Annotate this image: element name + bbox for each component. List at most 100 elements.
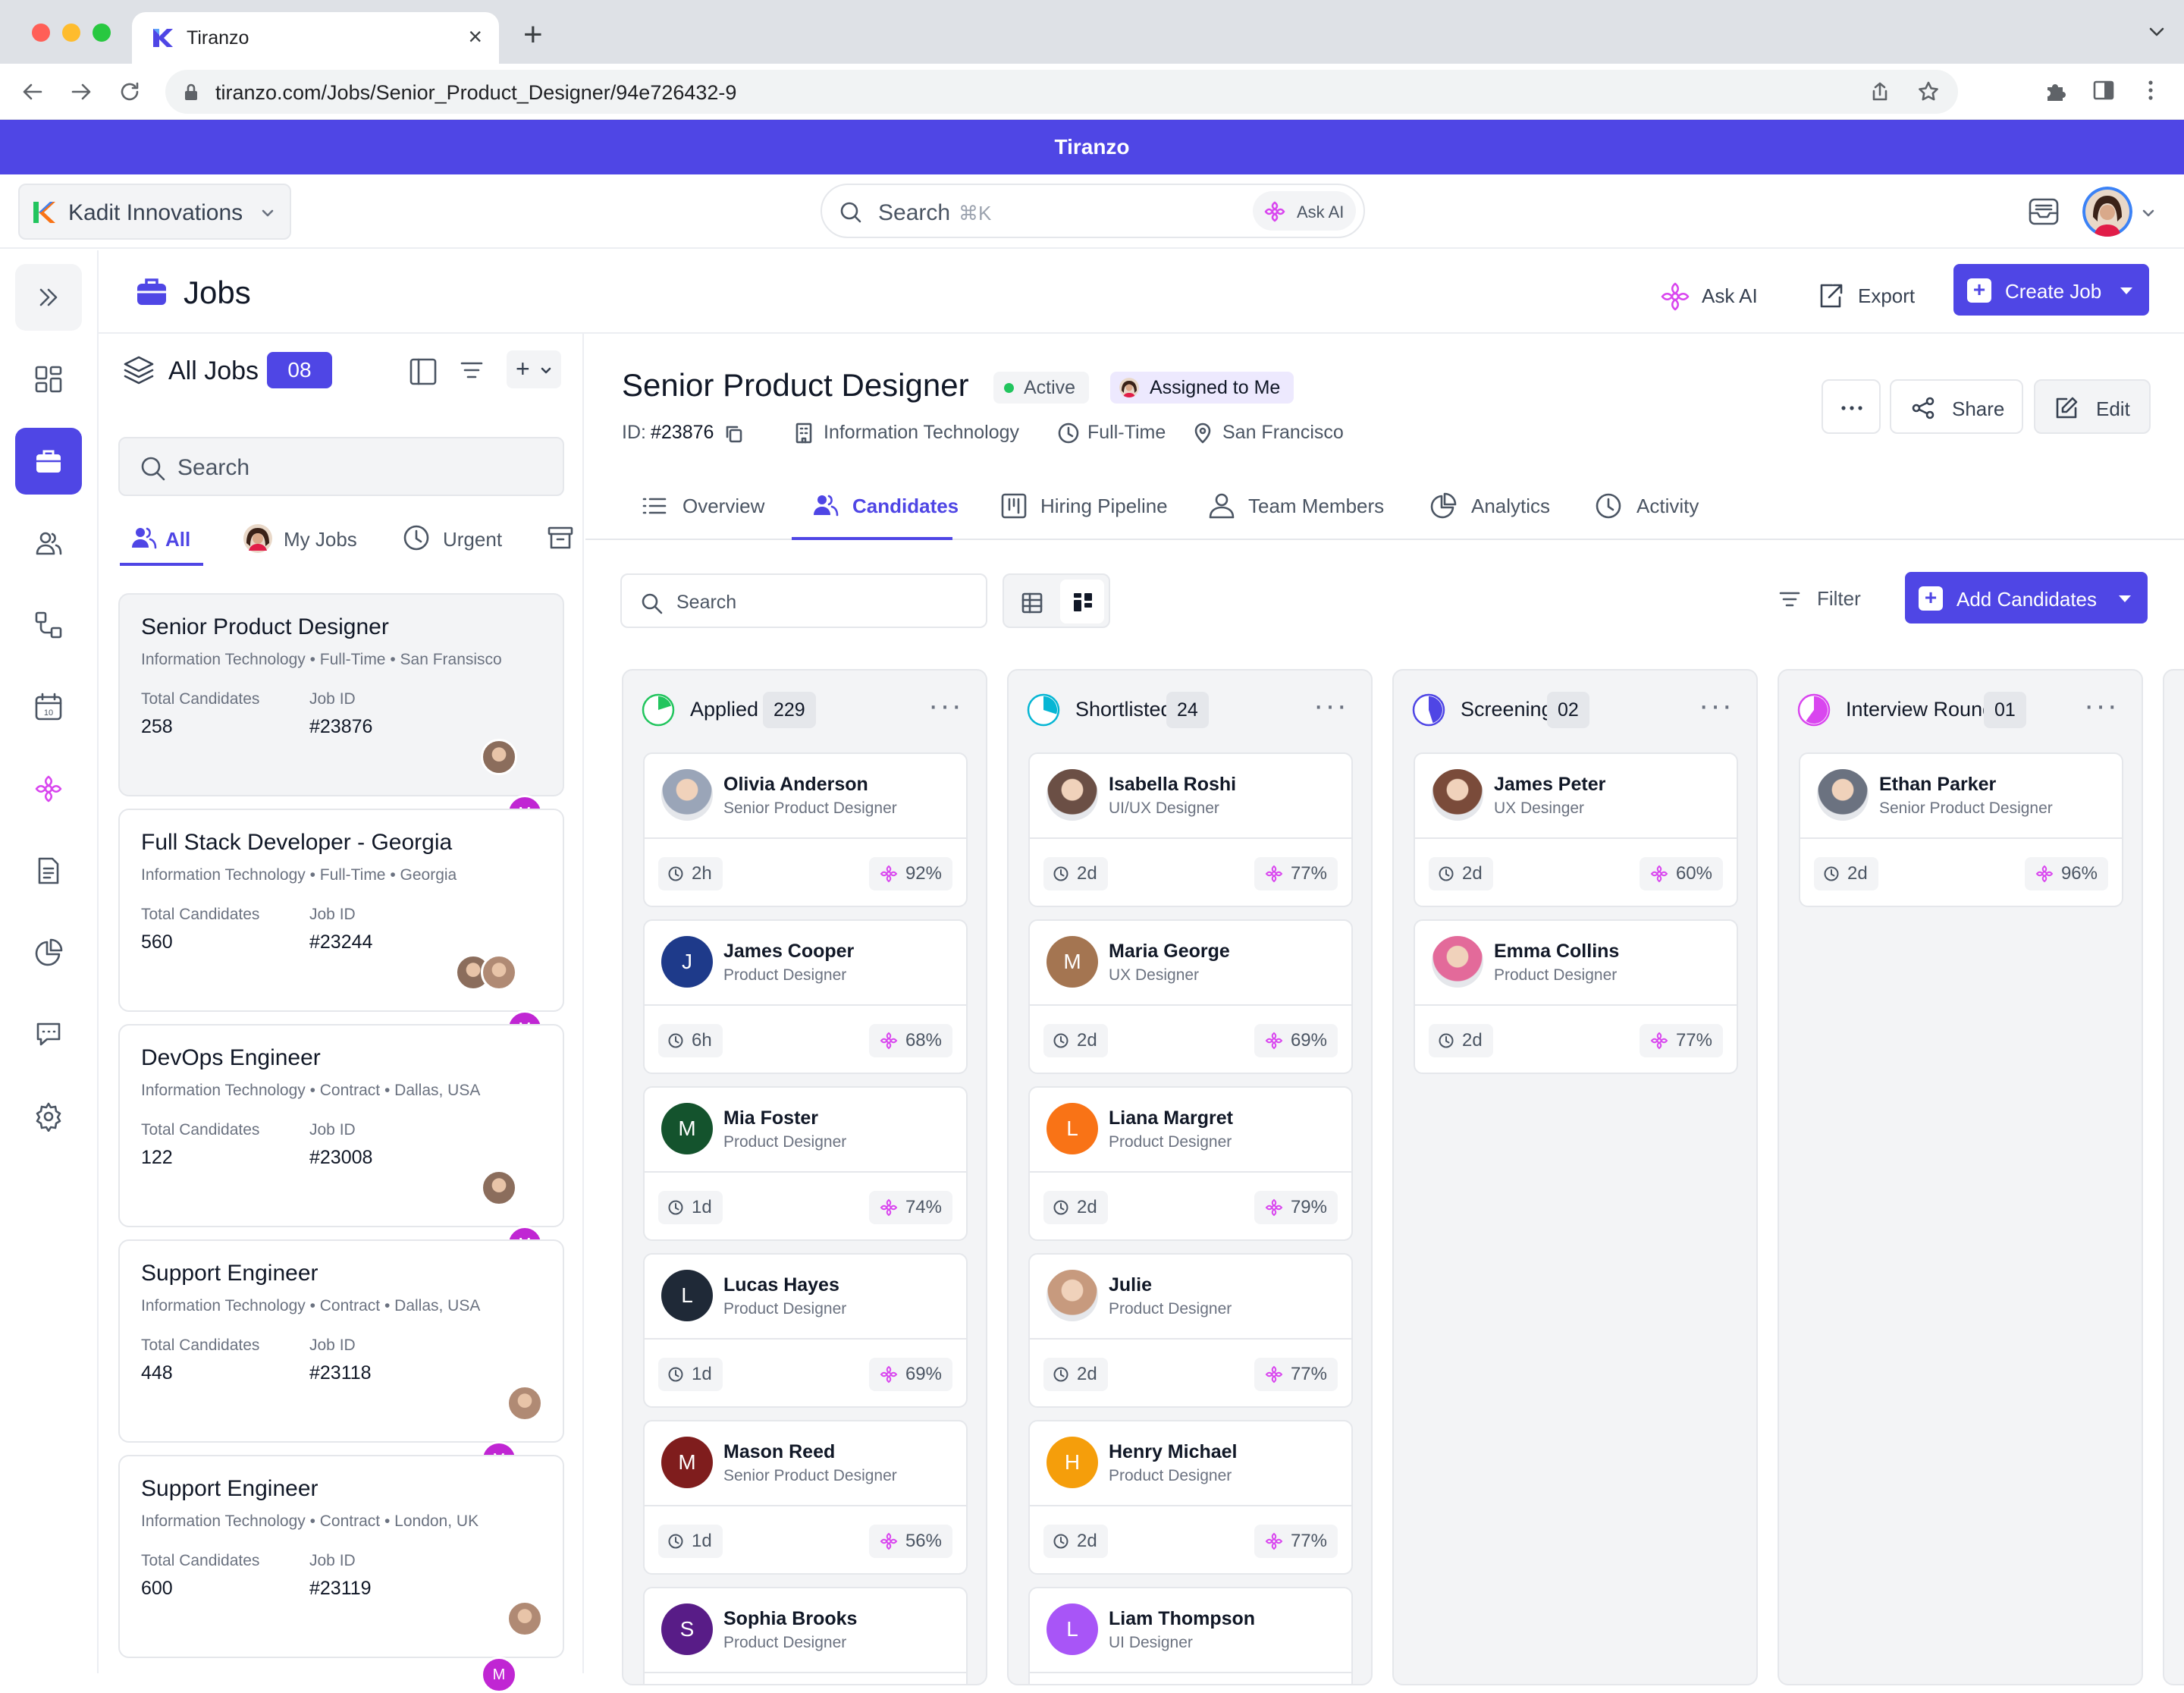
nav-calendar[interactable]: 10 <box>15 674 82 740</box>
job-card[interactable]: Senior Product Designer Information Techn… <box>118 593 564 831</box>
candidate-card[interactable]: H Henry Michael Product Designer 2d 77% <box>1028 1420 1353 1575</box>
status-badge: Active <box>993 372 1089 404</box>
candidate-card[interactable]: Isabella Roshi UI/UX Designer 2d 77% <box>1028 752 1353 907</box>
filter-tab-my-jobs[interactable]: My Jobs <box>243 523 364 566</box>
candidate-card[interactable]: Emma Collins Product Designer 2d 77% <box>1414 919 1738 1074</box>
table-view-icon[interactable] <box>1021 592 1043 614</box>
total-candidates-label: Total Candidates <box>141 1552 260 1569</box>
score-value: 56% <box>905 1531 942 1551</box>
inbox-icon[interactable] <box>2026 194 2061 229</box>
candidate-card[interactable]: M Maria George UX Designer 2d 69% <box>1028 919 1353 1074</box>
score-value: 68% <box>905 1030 942 1051</box>
candidate-card[interactable]: Julie Product Designer 2d 77% <box>1028 1253 1353 1408</box>
nav-settings[interactable] <box>15 1083 82 1150</box>
tab-activity[interactable]: Activity <box>1594 492 1708 540</box>
chevron-down-icon <box>541 367 551 374</box>
organization-switcher[interactable]: Kadit Innovations <box>18 184 291 240</box>
browser-tab[interactable]: Tiranzo × <box>132 12 499 64</box>
tab-hiring-pipeline[interactable]: Hiring Pipeline <box>999 492 1174 540</box>
maximize-window-button[interactable] <box>93 24 111 42</box>
share-page-icon[interactable] <box>1869 80 1891 103</box>
candidate-avatar <box>1817 769 1869 821</box>
view-toggle <box>1003 573 1110 628</box>
jobs-search-input[interactable]: Search <box>118 437 564 496</box>
forward-icon[interactable] <box>67 77 96 106</box>
add-candidates-button[interactable]: + Add Candidates <box>1905 572 2148 623</box>
chevron-down-icon[interactable] <box>2140 205 2157 221</box>
close-tab-icon[interactable]: × <box>468 24 482 49</box>
reload-icon[interactable] <box>115 77 144 106</box>
job-card[interactable]: Support Engineer Information Technology •… <box>118 1455 564 1693</box>
extensions-icon[interactable] <box>2043 78 2069 104</box>
candidate-card[interactable]: L Lucas Hayes Product Designer 1d 69% <box>643 1253 968 1408</box>
edit-button[interactable]: Edit <box>2034 379 2151 434</box>
copy-icon[interactable] <box>723 423 745 444</box>
expand-sidebar-button[interactable] <box>15 264 82 331</box>
nav-ai[interactable] <box>15 755 82 822</box>
job-card[interactable]: DevOps Engineer Information Technology • … <box>118 1024 564 1262</box>
user-avatar[interactable] <box>2082 187 2132 237</box>
sidebar-toggle-icon[interactable] <box>2091 78 2116 102</box>
filter-tab-urgent[interactable]: Urgent <box>402 523 508 566</box>
bookmark-star-icon[interactable] <box>1917 80 1940 103</box>
card-divider <box>1030 837 1351 839</box>
nav-dashboard[interactable] <box>15 346 82 413</box>
tab-analytics[interactable]: Analytics <box>1429 492 1565 540</box>
add-job-menu-button[interactable]: + <box>507 350 561 388</box>
candidate-card[interactable]: L Liam Thompson UI Designer <box>1028 1587 1353 1684</box>
candidates-search-input[interactable]: Search <box>620 573 987 628</box>
candidate-card[interactable]: Ethan Parker Senior Product Designer 2d 96% <box>1799 752 2123 907</box>
total-candidates-label: Total Candidates <box>141 1336 260 1354</box>
filter-tab-all[interactable]: All <box>120 523 203 566</box>
sidebar-layout-icon[interactable] <box>408 357 438 387</box>
new-tab-button[interactable]: + <box>523 18 543 52</box>
candidate-card[interactable]: L Liana Margret Product Designer 2d 79% <box>1028 1086 1353 1241</box>
candidate-card[interactable]: S Sophia Brooks Product Designer <box>643 1587 968 1684</box>
time-in-stage: 2h <box>658 857 723 890</box>
card-divider <box>1030 1004 1351 1006</box>
nav-documents[interactable] <box>15 837 82 904</box>
archive-icon[interactable] <box>546 523 575 552</box>
chevron-down-icon[interactable] <box>2146 21 2167 42</box>
nav-messages[interactable] <box>15 1001 82 1068</box>
clock-icon <box>403 525 429 551</box>
time-value: 2h <box>692 863 712 884</box>
candidate-card[interactable]: M Mason Reed Senior Product Designer 1d 56% <box>643 1420 968 1575</box>
caret-down-icon[interactable] <box>2120 287 2132 294</box>
candidate-card[interactable]: J James Cooper Product Designer 6h 68% <box>643 919 968 1074</box>
ask-ai-pill[interactable]: Ask AI <box>1253 191 1356 231</box>
candidate-card[interactable]: M Mia Foster Product Designer 1d 74% <box>643 1086 968 1241</box>
nav-jobs[interactable] <box>15 428 82 495</box>
nav-candidates[interactable] <box>15 510 82 576</box>
more-vertical-icon[interactable] <box>2138 78 2163 102</box>
board-view-button[interactable] <box>1060 580 1104 623</box>
job-card[interactable]: Full Stack Developer - Georgia Informatio… <box>118 809 564 1047</box>
score-value: 74% <box>905 1197 942 1217</box>
candidate-card[interactable]: Olivia Anderson Senior Product Designer 2h… <box>643 752 968 907</box>
tab-team-members[interactable]: Team Members <box>1207 492 1389 540</box>
minimize-window-button[interactable] <box>62 24 80 42</box>
close-window-button[interactable] <box>32 24 50 42</box>
job-card[interactable]: Support Engineer Information Technology •… <box>118 1239 564 1478</box>
nav-reports[interactable] <box>15 919 82 986</box>
score-value: 79% <box>1290 1197 1327 1217</box>
job-card-meta: Information Technology • Full-Time • Geo… <box>141 866 457 884</box>
more-options-button[interactable] <box>1822 379 1881 434</box>
candidate-card[interactable]: James Peter UX Desinger 2d 60% <box>1414 752 1738 907</box>
global-search[interactable]: Search ⌘K Ask AI <box>821 184 1365 238</box>
avatar-stack: M <box>455 954 543 1047</box>
caret-down-icon[interactable] <box>2119 595 2131 602</box>
candidate-avatar: J <box>661 936 713 988</box>
tab-candidates[interactable]: Candidates <box>792 492 959 540</box>
sort-lines-icon[interactable] <box>458 357 485 384</box>
tab-overview[interactable]: Overview <box>640 492 772 540</box>
nav-workflows[interactable] <box>15 592 82 658</box>
time-value: 2d <box>1462 1030 1483 1051</box>
share-button[interactable]: Share <box>1890 379 2023 434</box>
time-in-stage: 2d <box>1429 1024 1493 1057</box>
export-button[interactable]: Export <box>1815 270 1922 320</box>
ask-ai-button[interactable]: Ask AI <box>1659 270 1765 320</box>
back-icon[interactable] <box>18 77 47 106</box>
create-job-button[interactable]: + Create Job <box>1953 264 2149 316</box>
url-field[interactable]: tiranzo.com/Jobs/Senior_Product_Designer… <box>165 70 1958 114</box>
